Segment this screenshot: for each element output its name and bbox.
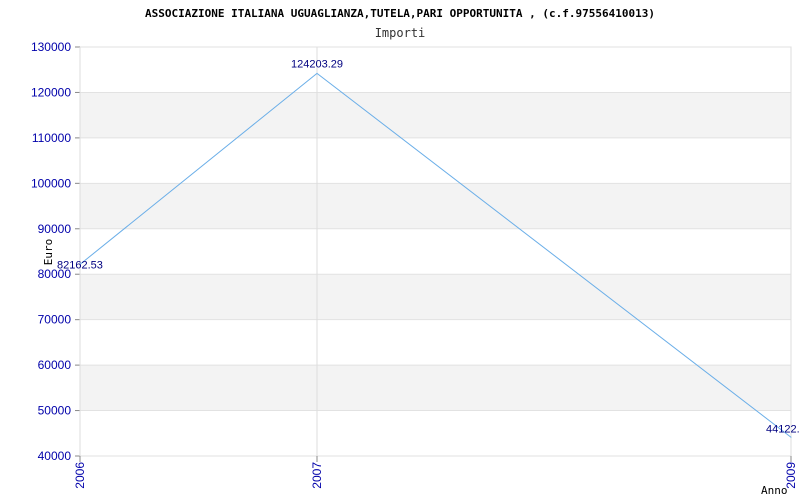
data-label: 124203.29 — [291, 58, 343, 70]
grid-band — [80, 92, 791, 138]
y-tick-label: 120000 — [31, 85, 71, 99]
line-chart: 1300001200001100001000009000080000700006… — [31, 7, 800, 497]
data-point — [316, 72, 318, 74]
x-tick-label: 2007 — [310, 462, 324, 489]
data-label: 44122. — [766, 423, 800, 435]
grid-bands — [79, 46, 792, 457]
chart-subtitle: Importi — [375, 26, 426, 40]
grid-band — [80, 365, 791, 411]
data-point — [790, 436, 792, 438]
grid-band — [80, 183, 791, 229]
y-tick-label: 60000 — [38, 358, 72, 372]
y-tick-label: 70000 — [38, 313, 72, 327]
y-tick-label: 100000 — [31, 176, 71, 190]
chart-title: ASSOCIAZIONE ITALIANA UGUAGLIANZA,TUTELA… — [145, 7, 655, 20]
x-axis-label: Anno — [761, 484, 788, 497]
x-axis-ticks: 2006 2007 2009 — [73, 462, 798, 489]
y-tick-label: 130000 — [31, 40, 71, 54]
y-tick-label: 90000 — [38, 222, 72, 236]
y-tick-label: 40000 — [38, 449, 72, 463]
grid-band — [80, 274, 791, 320]
y-tick-label: 50000 — [38, 404, 72, 418]
y-axis-label: Euro — [42, 239, 55, 266]
x-tick-label: 2006 — [73, 462, 87, 489]
y-tick-label: 110000 — [32, 131, 71, 145]
data-label: 82162.53 — [57, 259, 103, 271]
